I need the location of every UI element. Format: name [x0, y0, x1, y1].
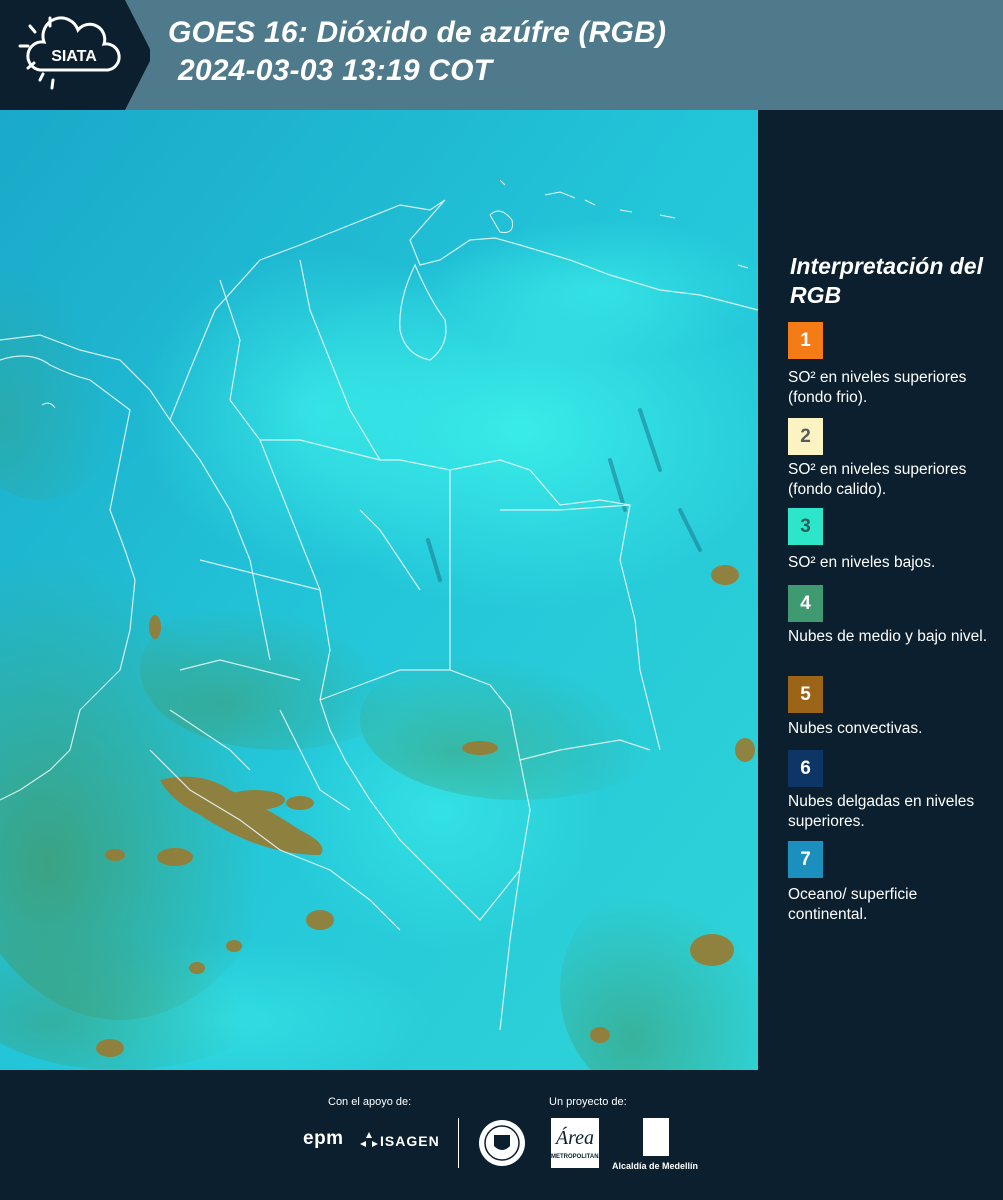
legend-swatch-7: 7	[788, 841, 823, 878]
legend-number: 1	[800, 329, 811, 351]
footer-divider	[458, 1118, 459, 1168]
legend-label-7: Oceano/ superficie continental.	[788, 886, 918, 923]
legend-label-4: Nubes de medio y bajo nivel.	[788, 628, 988, 645]
isagen-logo: ISAGEN	[380, 1133, 440, 1149]
area-metropolitana-logo: Área	[551, 1118, 599, 1168]
alcaldia-shield-icon	[643, 1118, 669, 1156]
legend-number: 5	[800, 683, 811, 705]
legend-swatch-6: 6	[788, 750, 823, 787]
legend-number: 2	[800, 425, 811, 447]
project-label: Un proyecto de:	[549, 1096, 627, 1108]
legend-panel: Interpretación del RGB 1 SO² en niveles …	[758, 110, 1003, 1070]
legend-label-5: Nubes convectivas.	[788, 720, 923, 737]
amva-text: METROPOLITANA	[551, 1154, 603, 1160]
legend-label-2: SO² en niveles superiores (fondo calido)…	[788, 461, 967, 498]
university-seal-icon	[479, 1120, 525, 1166]
siata-logo: SIATA	[0, 0, 150, 110]
legend-swatch-2: 2	[788, 418, 823, 455]
legend-number: 7	[800, 848, 811, 870]
legend-label-6: Nubes delgadas en niveles superiores.	[788, 793, 975, 830]
legend-label-1: SO² en niveles superiores (fondo frio).	[788, 369, 967, 406]
legend-number: 6	[800, 757, 811, 779]
logo-text: SIATA	[51, 48, 97, 65]
legend-title: Interpretación del RGB	[790, 253, 983, 308]
page-title: GOES 16: Dióxido de azúfre (RGB)	[168, 16, 667, 49]
timestamp: 2024-03-03 13:19 COT	[178, 54, 493, 87]
isagen-icon	[360, 1132, 378, 1147]
legend-swatch-5: 5	[788, 676, 823, 713]
legend-swatch-3: 3	[788, 508, 823, 545]
legend-swatch-4: 4	[788, 585, 823, 622]
epm-logo: epm	[303, 1128, 344, 1149]
satellite-map	[0, 110, 758, 1070]
legend-label-3: SO² en niveles bajos.	[788, 554, 936, 571]
legend-number: 4	[800, 592, 811, 614]
legend-number: 3	[800, 515, 811, 537]
footer: Con el apoyo de: Un proyecto de: epm ISA…	[0, 1070, 1003, 1200]
legend-swatch-1: 1	[788, 322, 823, 359]
amva-mark: Área	[554, 1126, 594, 1149]
header-bar: SIATA GOES 16: Dióxido de azúfre (RGB) 2…	[0, 0, 1003, 110]
alcaldia-logo: Alcaldía de Medellín	[612, 1161, 699, 1171]
support-label: Con el apoyo de:	[328, 1096, 412, 1108]
